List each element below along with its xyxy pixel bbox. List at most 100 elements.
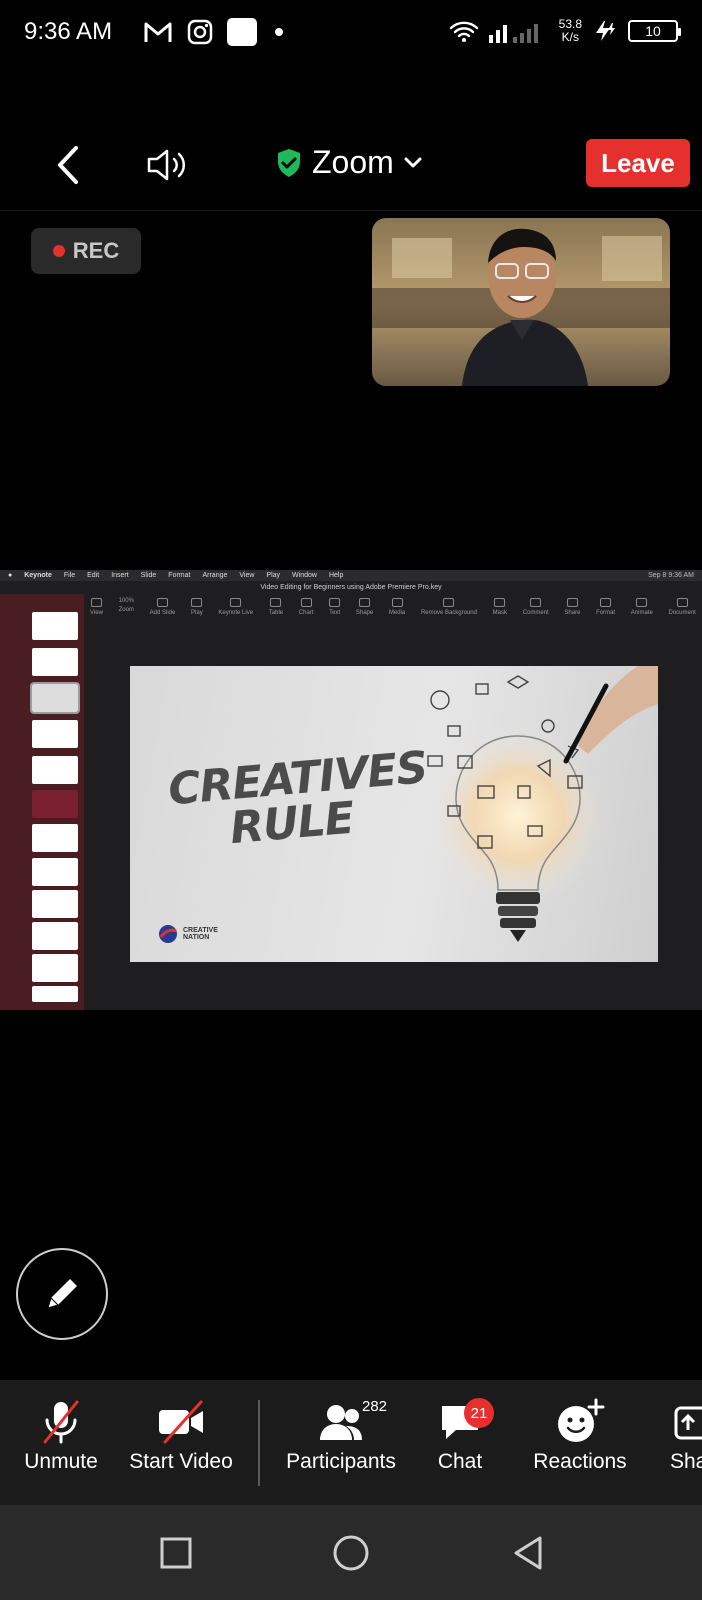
square-icon [160,1537,192,1569]
slide-navigator [0,594,84,1010]
annotate-button[interactable] [16,1248,108,1340]
menu-item: View [239,572,255,579]
participants-icon [320,1405,362,1440]
signal-icon [488,24,538,43]
more-notifications-dot [275,28,283,36]
unmute-label: Unmute [24,1450,98,1473]
mac-clock: Sep 8 9:36 AM [648,572,694,579]
kn-tool: Share [564,598,580,626]
slide-logo-text: CREATIVE NATION [183,927,218,941]
kn-tool: Shape [356,598,373,626]
kn-tool: View [90,598,103,626]
menu-item: Keynote [24,572,52,579]
speaker-button[interactable] [140,140,200,190]
kn-tool: Table [269,598,283,626]
recording-dot-icon [52,245,65,257]
creative-nation-logo-icon [159,925,177,943]
reactions-icon [558,1398,605,1442]
kn-tool: Mask [493,598,507,626]
charging-icon [596,21,615,41]
keynote-toolbar: View 100% Zoom Add Slide Play Keynote Liv… [84,598,702,626]
slide-thumbnail [32,890,78,918]
menu-item: Format [168,572,191,579]
chevron-left-icon [58,146,78,184]
slide-thumbnail [32,720,78,748]
slide-thumbnail [32,756,78,784]
app-notification-icon [227,18,257,46]
triangle-back-icon [514,1536,542,1570]
current-slide: CREATIVES RULE CREATIVE NATION [130,666,658,962]
slide-thumbnail [32,648,78,676]
menu-item: Window [292,572,317,579]
slide-logo-line: CREATIVE [183,927,218,934]
chat-unread-badge: 21 [464,1398,494,1428]
pencil-icon [47,1279,77,1309]
battery-indicator: 10 [628,20,681,42]
participants-count: 282 [362,1398,388,1415]
recents-button[interactable] [156,1533,196,1573]
meeting-title: Zoom [312,144,394,180]
slide-thumbnail [32,790,78,818]
toolbar-divider [258,1400,260,1486]
recording-label: REC [72,238,120,263]
menu-item: Play [266,572,281,579]
kn-tool: Add Slide [150,598,175,626]
share-screen-icon [674,1406,702,1440]
start-video-button[interactable]: Start Video [126,1398,236,1474]
reactions-label: Reactions [533,1450,627,1473]
chat-label: Chat [437,1450,483,1473]
back-button[interactable] [48,140,88,190]
slide-thumbnail [32,858,78,886]
home-button[interactable] [331,1533,371,1573]
share-button[interactable]: Sha [670,1398,702,1474]
slide-logo: CREATIVE NATION [158,924,218,944]
lightbulb-image [427,666,658,942]
wifi-icon [449,21,478,42]
slide-thumbnail [32,986,78,1002]
share-label: Sha [670,1450,702,1473]
reactions-button[interactable]: Reactions [530,1398,630,1474]
mac-menu-bar: ● Keynote File Edit Insert Slide Format … [0,570,702,581]
back-nav-button[interactable] [508,1533,548,1573]
menu-item: Insert [111,572,129,579]
kn-tool: Keynote Live [218,598,253,626]
kn-tool: 100% Zoom [118,598,134,613]
gmail-icon [144,22,172,42]
recording-badge[interactable]: REC [31,228,141,274]
kn-tool: Comment [523,598,549,626]
slide-thumbnail [32,922,78,950]
document-title: Video Editing for Beginners using Adobe … [260,584,442,591]
kn-tool: Document [669,598,696,626]
shield-check-icon [278,148,300,177]
slide-thumbnail [32,612,78,640]
instagram-icon [187,19,213,45]
microphone-muted-icon [43,1400,79,1444]
participant-video [372,218,670,386]
start-video-label: Start Video [129,1450,233,1473]
kn-tool: Media [389,598,405,626]
status-right: 53.8 K/s 10 [449,18,681,44]
kn-tool: Remove Background [421,598,477,626]
apple-icon: ● [8,572,13,579]
slide-logo-line: NATION [183,934,210,941]
leave-button[interactable]: Leave [586,139,690,187]
menu-item: Arrange [202,572,228,579]
kn-tool: Animate [631,598,653,626]
notification-icons [143,18,283,46]
network-speed: 53.8 K/s [559,18,582,44]
meeting-title-button[interactable]: Zoom [276,144,422,181]
unmute-button[interactable]: Unmute [22,1398,100,1474]
network-speed-unit: K/s [561,30,579,44]
menu-item: File [63,572,76,579]
circle-icon [333,1535,369,1571]
kn-tool: Chart [299,598,313,626]
video-tile[interactable] [372,218,670,386]
shared-screen[interactable]: ● Keynote File Edit Insert Slide Format … [0,570,702,1010]
slide-title: CREATIVES RULE [166,742,429,857]
slide-thumbnail-selected [30,682,80,714]
status-time: 9:36 AM [24,18,113,45]
menu-item: Edit [87,572,100,579]
slide-thumbnail [32,954,78,982]
menu-item: Slide [140,572,157,579]
kn-tool: Play [191,598,203,626]
